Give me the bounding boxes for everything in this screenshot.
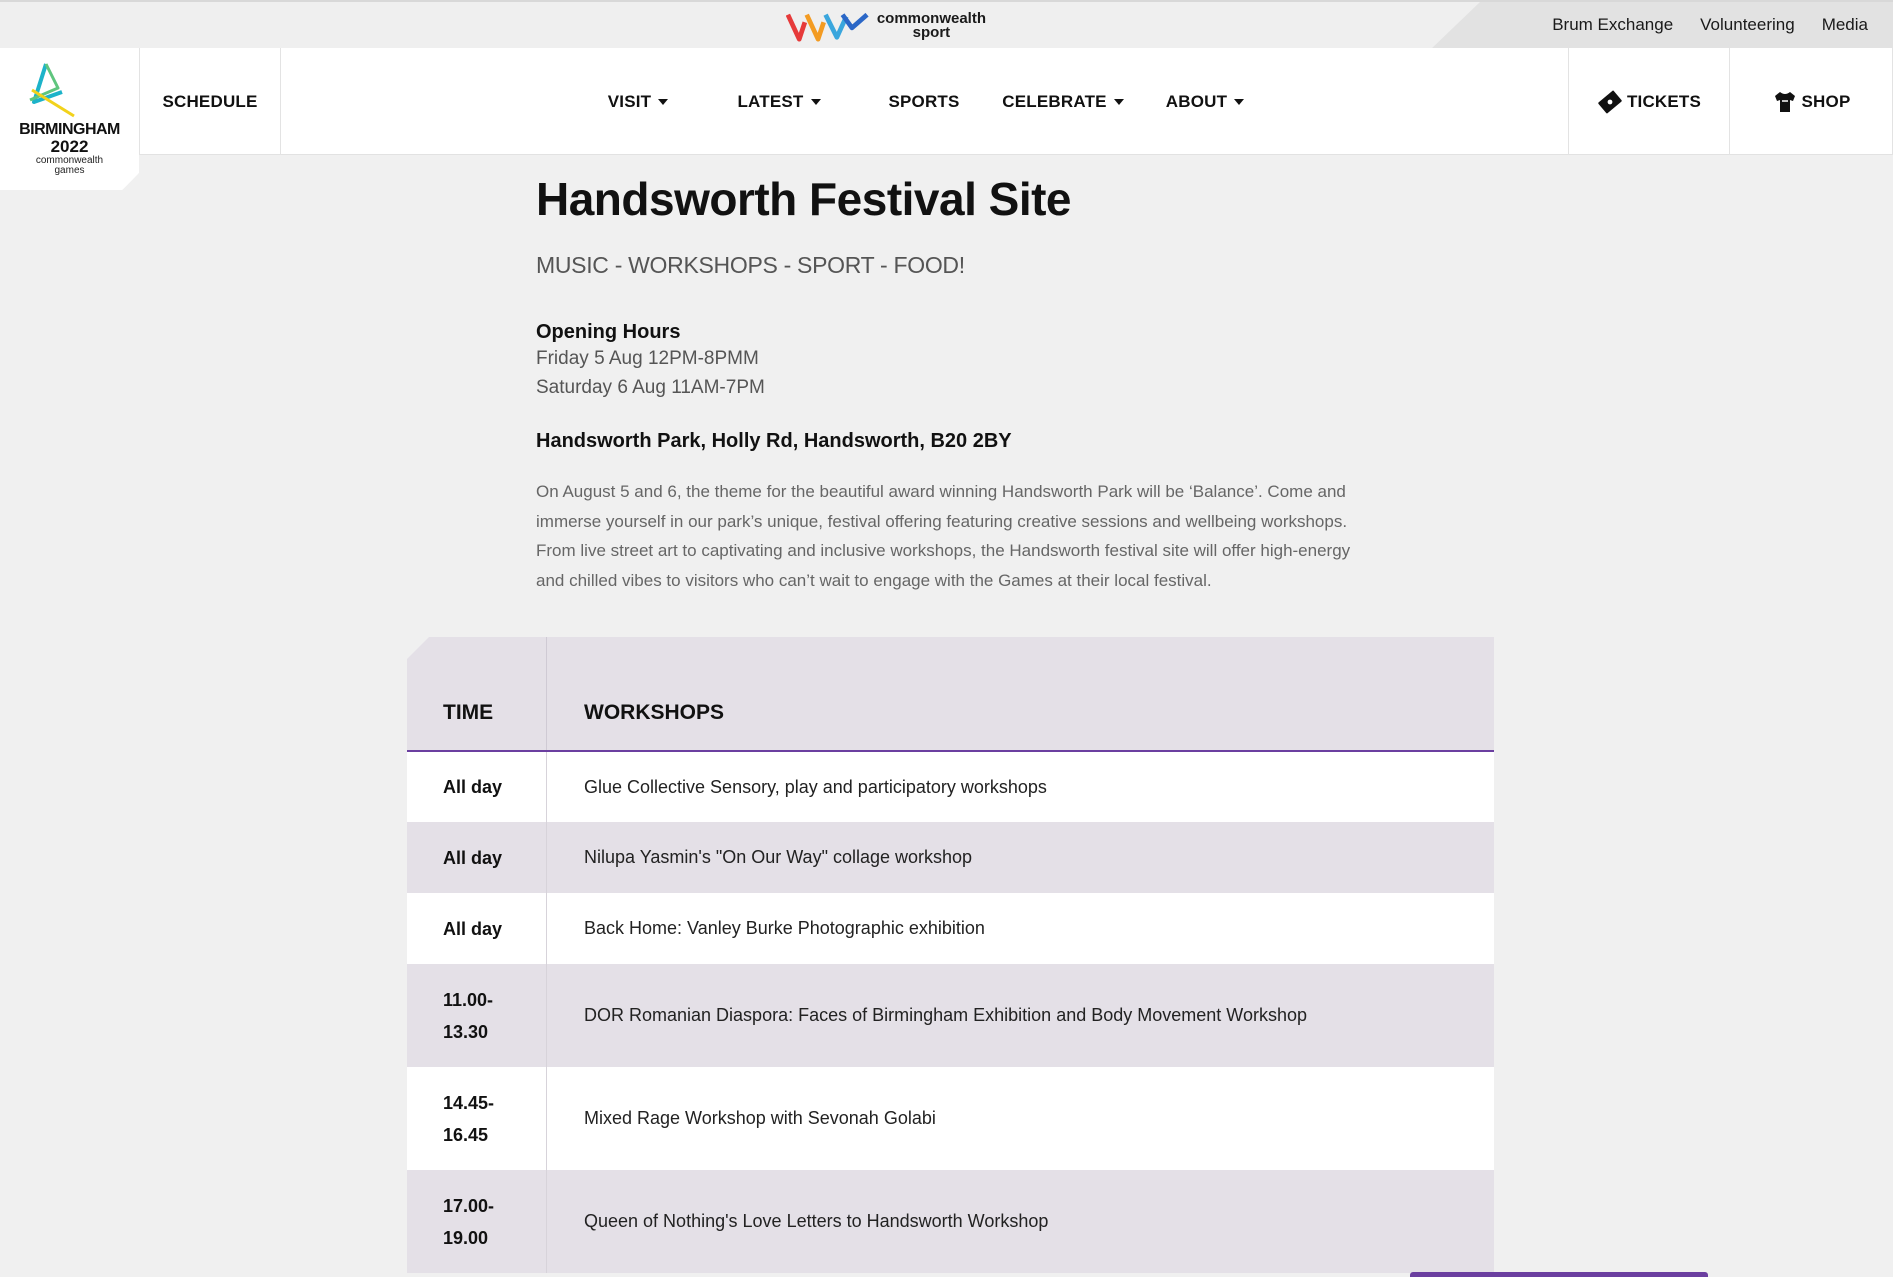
opening-hours-title: Opening Hours [536, 321, 681, 343]
workshops-table: TIME WORKSHOPS All day Glue Collective S… [407, 637, 1494, 1277]
row-time-start: 14.45- [443, 1092, 495, 1113]
nav-latest[interactable]: LATEST [736, 48, 822, 155]
row-workshop: DOR Romanian Diaspora: Faces of Birmingh… [584, 1005, 1307, 1025]
main-content: Handsworth Festival Site MUSIC - WORKSHO… [536, 172, 1356, 595]
nav-visit[interactable]: VISIT [600, 48, 676, 155]
nav-tickets[interactable]: TICKETS [1568, 48, 1730, 155]
row-workshop: Queen of Nothing's Love Letters to Hands… [584, 1211, 1049, 1231]
chevron-down-icon [810, 98, 821, 105]
commonwealth-sport-logo[interactable]: commonwealth sport [786, 8, 986, 44]
nav-tickets-label: TICKETS [1626, 91, 1702, 111]
nav-schedule[interactable]: SCHEDULE [139, 48, 281, 155]
page-tagline: MUSIC - WORKSHOPS - SPORT - FOOD! [536, 252, 965, 278]
table-row: 11.00- 13.30 DOR Romanian Diaspora: Faces… [407, 964, 1494, 1067]
table-row: All day Back Home: Vanley Burke Photogra… [407, 893, 1494, 964]
table-row: All day Glue Collective Sensory, play an… [407, 752, 1494, 822]
venue-address: Handsworth Park, Holly Rd, Handsworth, B… [536, 430, 1012, 452]
commonwealth-sport-mark-icon [786, 12, 869, 42]
row-time: All day [407, 822, 547, 893]
chevron-down-icon [658, 98, 669, 105]
row-time-end: 16.45 [443, 1124, 489, 1145]
chevron-down-icon [1113, 98, 1124, 105]
top-utility-bar: commonwealth sport Brum Exchange Volunte… [0, 0, 1893, 50]
page-title: Handsworth Festival Site [536, 173, 1072, 225]
commonwealth-sport-wordmark: commonwealth sport [877, 11, 986, 41]
link-brum-exchange[interactable]: Brum Exchange [1552, 15, 1673, 35]
table-row: 17.00- 19.00 Queen of Nothing's Love Lett… [407, 1170, 1494, 1273]
floating-action-tab[interactable] [1410, 1272, 1708, 1277]
nav-latest-label: LATEST [737, 91, 804, 111]
ticket-icon [1598, 90, 1622, 113]
nav-shop-label: SHOP [1801, 91, 1851, 111]
row-time-start: 17.00- [443, 1195, 495, 1216]
nav-about-label: ABOUT [1165, 91, 1228, 111]
row-time: All day [407, 752, 547, 822]
row-time-end: 19.00 [443, 1227, 489, 1248]
chevron-down-icon [1234, 98, 1245, 105]
festival-description: On August 5 and 6, the theme for the bea… [536, 482, 1351, 590]
row-time-end: 13.30 [443, 1021, 489, 1042]
nav-shop[interactable]: SHOP [1730, 48, 1893, 155]
link-volunteering[interactable]: Volunteering [1700, 15, 1795, 35]
row-time-start: 11.00- [443, 989, 494, 1010]
row-workshop: Nilupa Yasmin's "On Our Way" collage wor… [584, 847, 973, 867]
birmingham-2022-mark-icon [29, 63, 75, 118]
row-workshop: Back Home: Vanley Burke Photographic exh… [584, 918, 985, 938]
row-time: 11.00- 13.30 [407, 964, 547, 1067]
row-workshop: Glue Collective Sensory, play and partic… [584, 776, 1047, 797]
utility-links: Brum Exchange Volunteering Media [1525, 15, 1868, 35]
table-row: 14.45- 16.45 Mixed Rage Workshop with Sev… [407, 1067, 1494, 1170]
row-time: All day [407, 893, 547, 964]
opening-hours-friday: Friday 5 Aug 12PM-8PMM [536, 348, 759, 369]
header-time: TIME [407, 637, 547, 750]
shirt-icon [1774, 91, 1795, 112]
logo-year: 2022 [50, 137, 89, 156]
nav-sports-label: SPORTS [888, 91, 960, 111]
opening-hours-saturday: Saturday 6 Aug 11AM-7PM [536, 377, 765, 398]
header-workshops: WORKSHOPS [584, 701, 725, 724]
nav-schedule-label: SCHEDULE [162, 91, 258, 111]
nav-sports[interactable]: SPORTS [886, 48, 962, 155]
cws-line2: sport [912, 24, 951, 41]
nav-celebrate[interactable]: CELEBRATE [1002, 48, 1124, 155]
logo-commonwealth-games: commonwealth games [0, 156, 139, 176]
link-media[interactable]: Media [1822, 15, 1868, 35]
row-time: 14.45- 16.45 [407, 1067, 547, 1170]
nav-visit-label: VISIT [607, 91, 652, 111]
row-workshop: Mixed Rage Workshop with Sevonah Golabi [584, 1108, 936, 1128]
row-time: 17.00- 19.00 [407, 1170, 547, 1273]
table-row: All day Nilupa Yasmin's "On Our Way" col… [407, 822, 1494, 893]
birmingham-2022-logo[interactable]: BIRMINGHAM 2022 commonwealth games [0, 48, 139, 190]
logo-line4: games [54, 165, 85, 176]
nav-celebrate-label: CELEBRATE [1002, 91, 1107, 111]
nav-about[interactable]: ABOUT [1165, 48, 1245, 155]
table-header: TIME WORKSHOPS [407, 637, 1494, 752]
main-navigation: SCHEDULE VISIT LATEST SPORTS CELEBRATE A… [0, 48, 1893, 155]
